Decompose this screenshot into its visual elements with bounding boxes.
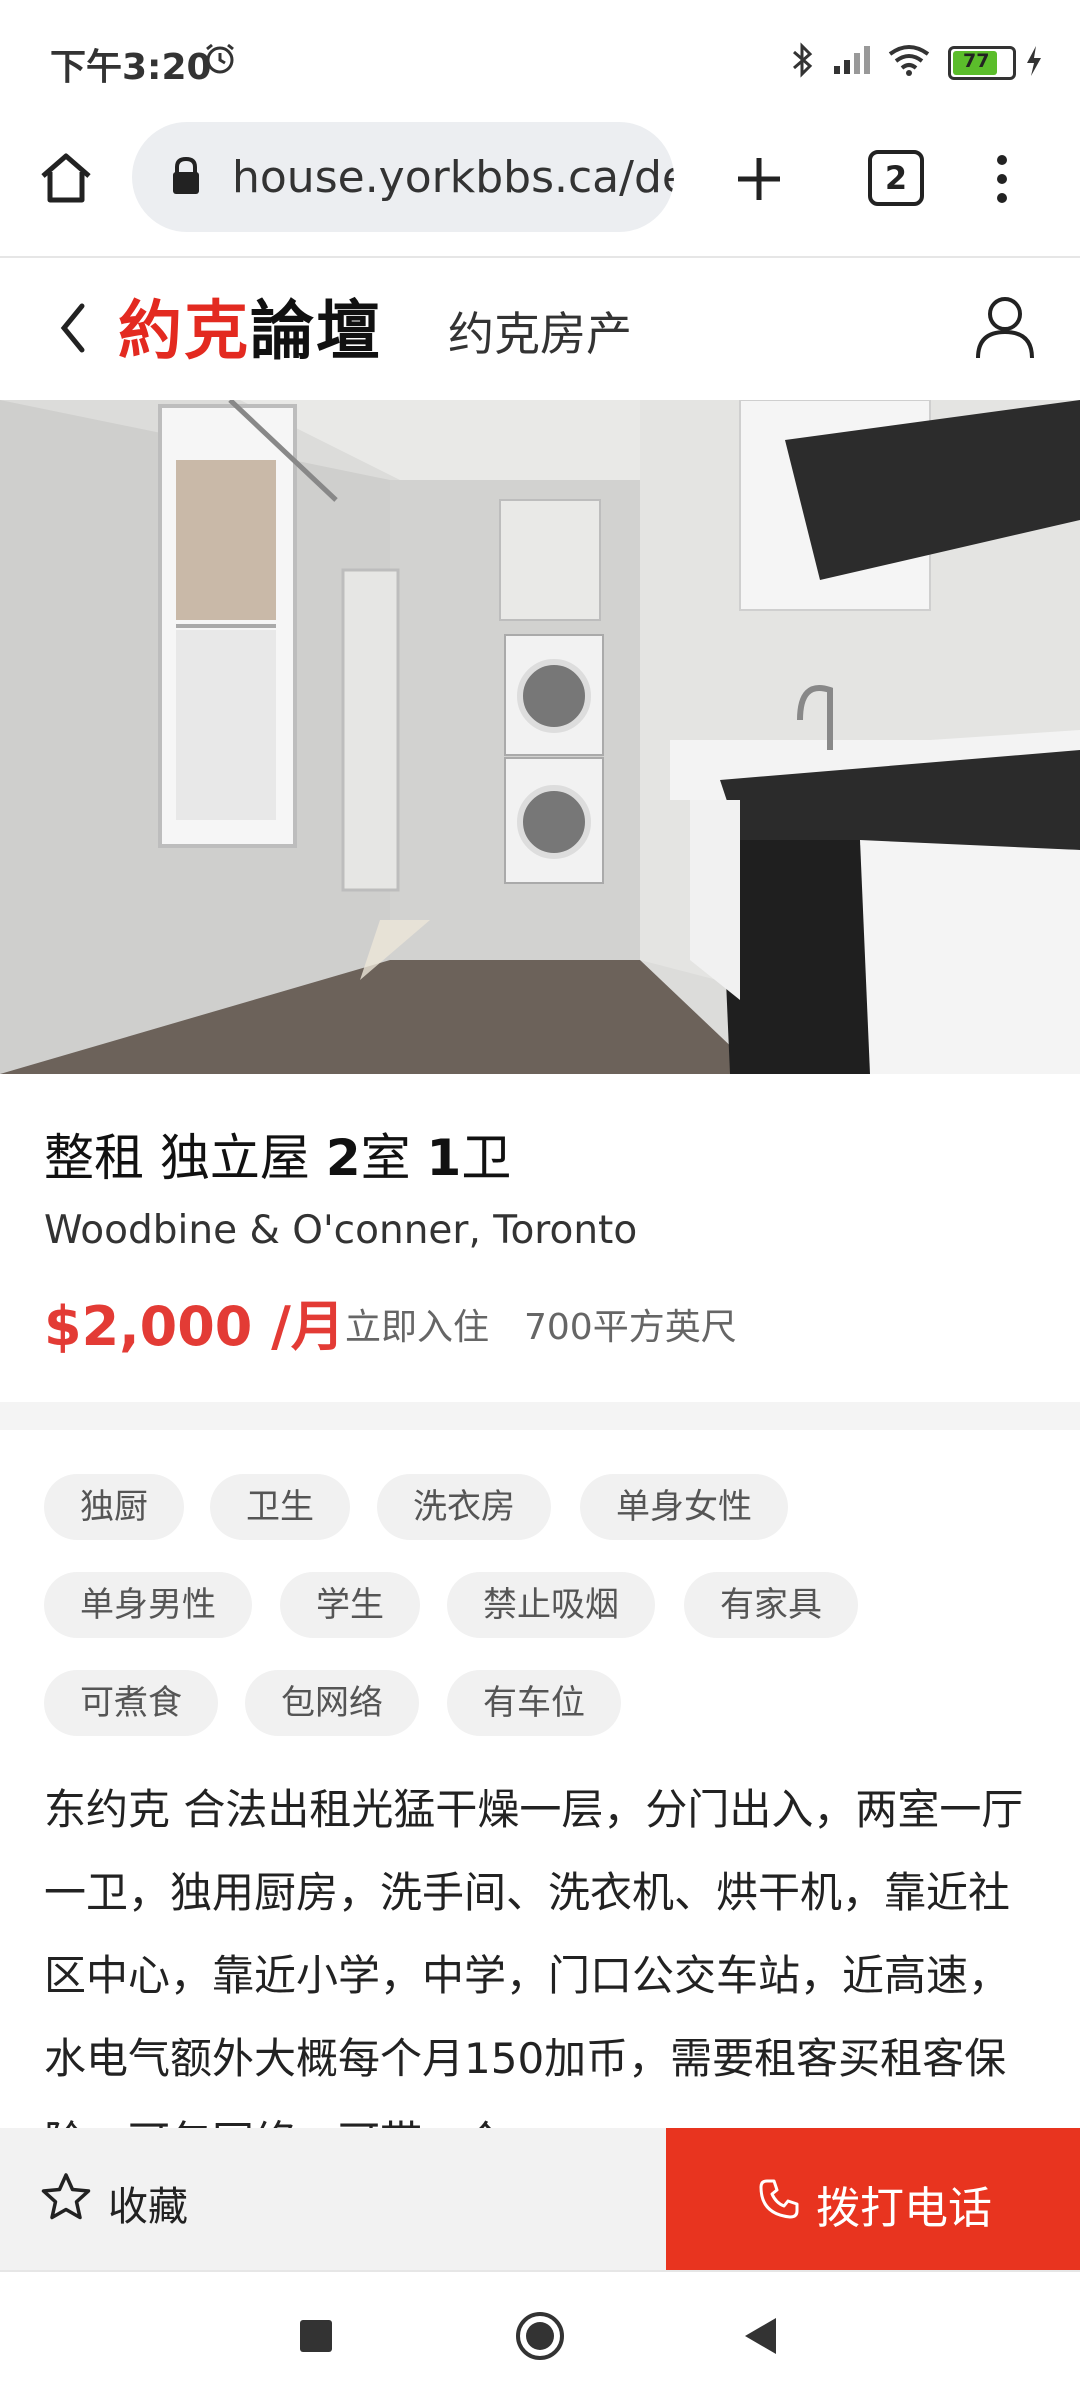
recents-icon[interactable] xyxy=(298,2318,334,2358)
feature-tag: 洗衣房 xyxy=(377,1474,551,1540)
home-icon[interactable] xyxy=(38,150,94,210)
feature-tag: 有车位 xyxy=(447,1670,621,1736)
phone-icon xyxy=(758,2178,800,2224)
section-title[interactable]: 约克房产 xyxy=(448,298,632,364)
wifi-icon xyxy=(888,44,930,80)
listing-title: 整租 独立屋 2室 1卫 xyxy=(44,1118,511,1190)
feature-tag: 禁止吸烟 xyxy=(447,1572,655,1638)
feature-tag: 学生 xyxy=(280,1572,420,1638)
call-button[interactable]: 拨打电话 xyxy=(666,2128,1080,2270)
room-photo-illustration xyxy=(0,400,1080,1074)
listing-description: 东约克 合法出租光猛干燥一层，分门出入，两室一厅一卫，独用厨房，洗手间、洗衣机、… xyxy=(44,1785,1024,2166)
logo-part-1: 約克 xyxy=(118,294,250,369)
browser-toolbar: house.yorkbbs.ca/detail 2 xyxy=(0,120,1080,258)
bathroom-count: 1 xyxy=(426,1129,462,1187)
logo-part-2: 論壇 xyxy=(250,294,382,369)
status-bar: 下午3:20 77 xyxy=(0,0,1080,120)
favorite-button[interactable]: 收藏 xyxy=(0,2128,666,2270)
alarm-icon xyxy=(203,42,237,80)
back-icon[interactable] xyxy=(56,300,90,360)
section-divider xyxy=(0,1402,1080,1430)
user-icon[interactable] xyxy=(974,294,1036,364)
system-navigation-bar xyxy=(0,2270,1080,2402)
status-time: 下午3:20 xyxy=(50,47,212,88)
favorite-label: 收藏 xyxy=(108,2184,188,2230)
bedroom-count: 2 xyxy=(325,1129,361,1187)
call-label: 拨打电话 xyxy=(816,2183,992,2234)
bedroom-unit: 室 xyxy=(360,1129,411,1187)
feature-tag: 卫生 xyxy=(210,1474,350,1540)
lock-icon xyxy=(170,156,202,200)
rent-type: 整租 xyxy=(44,1129,144,1187)
listing-area: 700平方英尺 xyxy=(524,1307,737,1348)
signal-icon xyxy=(832,44,874,80)
battery-icon: 77 xyxy=(948,46,1016,80)
feature-tag: 可煮食 xyxy=(44,1670,218,1736)
move-in-date: 立即入住 xyxy=(345,1307,490,1348)
charging-icon xyxy=(1024,44,1044,82)
back-nav-icon[interactable] xyxy=(742,2316,780,2360)
feature-tag: 单身女性 xyxy=(580,1474,788,1540)
new-tab-icon[interactable] xyxy=(734,154,784,208)
url-text: house.yorkbbs.ca/detail xyxy=(232,152,674,203)
property-kind: 独立屋 xyxy=(159,1129,310,1187)
bathroom-unit: 卫 xyxy=(461,1129,512,1187)
bottom-action-bar: 收藏 拨打电话 xyxy=(0,2128,1080,2270)
home-nav-icon[interactable] xyxy=(514,2310,566,2366)
listing-photo[interactable]: 6 xyxy=(0,400,1080,1074)
feature-tag: 独厨 xyxy=(44,1474,184,1540)
address-bar[interactable]: house.yorkbbs.ca/detail xyxy=(132,122,674,232)
battery-level: 77 xyxy=(963,50,990,72)
listing-location: Woodbine & O'conner, Toronto xyxy=(44,1208,638,1253)
more-menu-icon[interactable] xyxy=(992,154,1012,208)
feature-tag: 包网络 xyxy=(245,1670,419,1736)
bluetooth-icon xyxy=(790,42,816,82)
tab-switcher-button[interactable]: 2 xyxy=(868,150,924,206)
feature-tag: 有家具 xyxy=(684,1572,858,1638)
star-icon xyxy=(40,2172,92,2226)
listing-price: $2,000 /月 xyxy=(44,1295,345,1358)
site-logo[interactable]: 約克論壇 xyxy=(118,280,382,372)
site-header: 約克論壇 约克房产 xyxy=(0,258,1080,398)
feature-tag: 单身男性 xyxy=(44,1572,252,1638)
